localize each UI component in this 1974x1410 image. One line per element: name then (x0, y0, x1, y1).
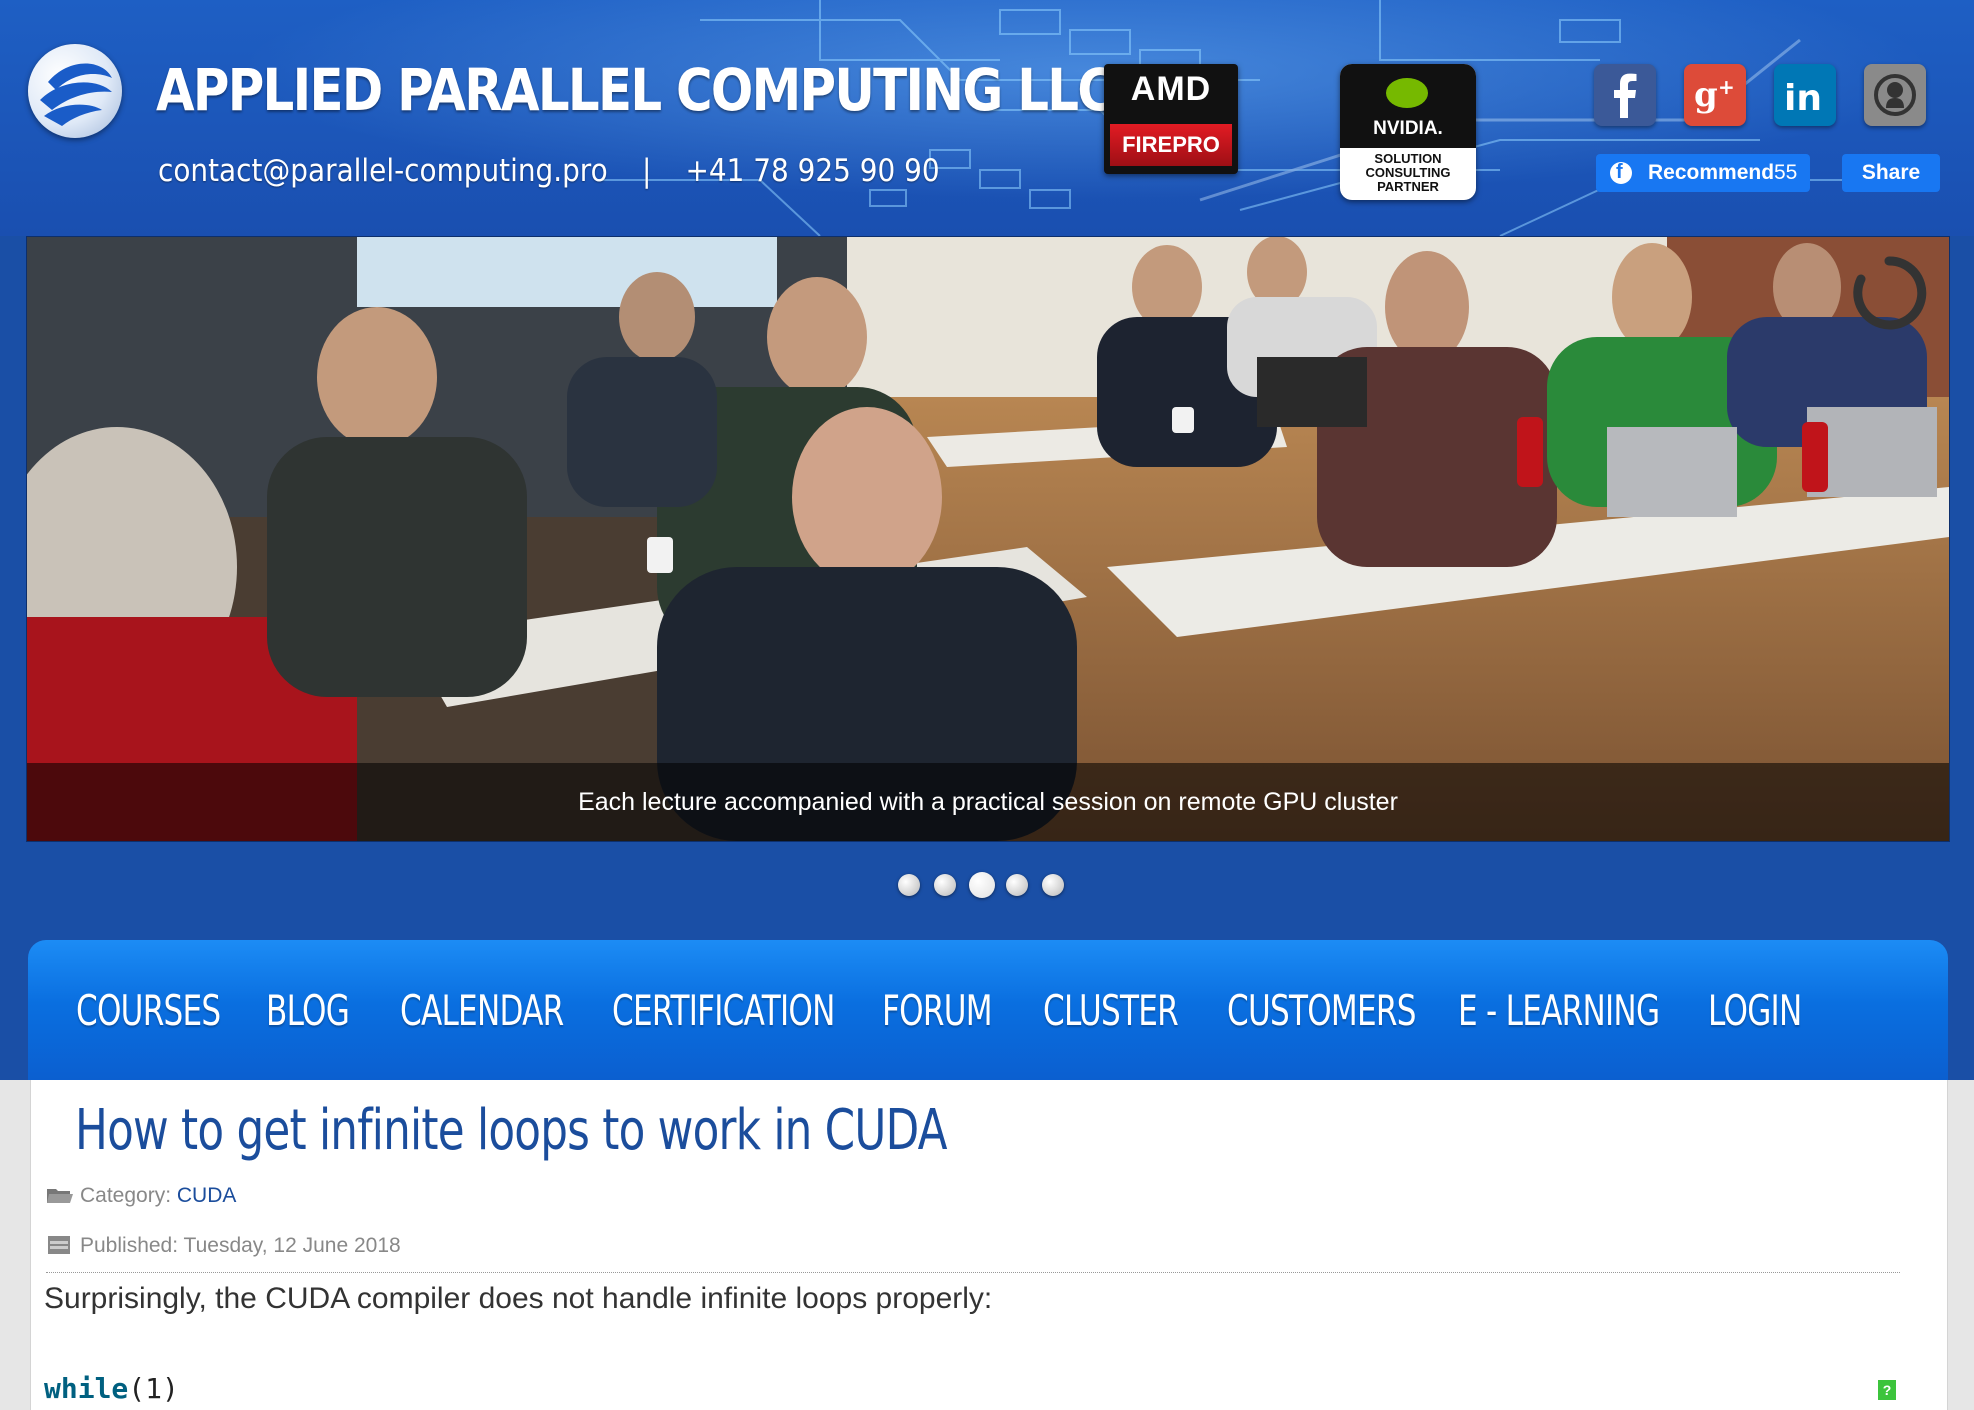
article-published: Published: Tuesday, 12 June 2018 (46, 1234, 401, 1258)
code-help-button[interactable]: ? (1878, 1380, 1896, 1400)
category-link[interactable]: CUDA (177, 1184, 237, 1207)
nvidia-partner-line2: CONSULTING (1365, 165, 1451, 180)
logo-swirl-icon (40, 63, 112, 126)
nav-cluster[interactable]: CLUSTER (1043, 986, 1179, 1035)
github-link[interactable] (1864, 64, 1926, 126)
code-text: (1) (128, 1372, 179, 1405)
published-label: Published: (80, 1234, 179, 1257)
facebook-link[interactable] (1594, 64, 1656, 126)
svg-text:+: + (1718, 75, 1735, 99)
email-link[interactable]: contact@parallel-computing.pro (158, 153, 608, 189)
nvidia-eye-icon (1386, 78, 1428, 108)
hero-slider[interactable]: Each lecture accompanied with a practica… (26, 236, 1950, 842)
recommend-label: Recommend (1648, 161, 1775, 184)
slider-dot[interactable] (1006, 874, 1028, 896)
folder-icon (47, 1189, 73, 1203)
nav-calendar[interactable]: CALENDAR (400, 986, 564, 1035)
code-keyword: while (44, 1372, 129, 1405)
article-category: Category: CUDA (46, 1184, 236, 1208)
slider-dot[interactable] (1042, 874, 1064, 896)
svg-text:in: in (1784, 78, 1822, 119)
category-label: Category: (80, 1184, 172, 1207)
nav-courses[interactable]: COURSES (76, 986, 221, 1035)
main-navigation: COURSES BLOG CALENDAR CERTIFICATION FORU… (28, 940, 1948, 1080)
phone-number[interactable]: +41 78 925 90 90 (686, 153, 940, 189)
nav-certification[interactable]: CERTIFICATION (612, 986, 835, 1035)
nav-blog[interactable]: BLOG (266, 986, 350, 1035)
google-plus-link[interactable]: g + (1684, 64, 1746, 126)
linkedin-link[interactable]: in (1774, 64, 1836, 126)
amd-firepro-logo[interactable]: AMD FIREPRO (1104, 64, 1238, 174)
nvidia-partner-line3: PARTNER (1377, 179, 1439, 194)
article-lead: Surprisingly, the CUDA compiler does not… (44, 1282, 993, 1315)
classroom-photo (27, 237, 1949, 841)
nvidia-partner-text: SOLUTION CONSULTING PARTNER (1340, 152, 1476, 194)
recommend-count: 55 (1774, 161, 1798, 184)
calendar-icon (48, 1236, 70, 1254)
github-icon (1874, 74, 1916, 116)
loading-spinner-icon (1853, 256, 1927, 330)
nvidia-partner-logo[interactable]: NVIDIA. SOLUTION CONSULTING PARTNER (1340, 64, 1476, 200)
slider-dot[interactable] (934, 874, 956, 896)
company-name: APPLIED PARALLEL COMPUTING LLC (156, 56, 1114, 124)
google-plus-icon: g + (1694, 75, 1735, 115)
site-header: APPLIED PARALLEL COMPUTING LLC contact@p… (0, 0, 1974, 236)
nvidia-partner-line1: SOLUTION (1374, 151, 1442, 166)
code-block: while(1) (44, 1372, 179, 1405)
firepro-logo-text: FIREPRO (1110, 124, 1232, 166)
slide-caption: Each lecture accompanied with a practica… (27, 763, 1949, 841)
svg-text:g: g (1694, 75, 1718, 115)
nav-customers[interactable]: CUSTOMERS (1227, 986, 1416, 1035)
contact-separator: | (641, 153, 652, 189)
facebook-logo-icon (1610, 153, 1632, 191)
published-date: Tuesday, 12 June 2018 (183, 1234, 401, 1257)
facebook-icon (1614, 73, 1637, 118)
linkedin-icon: in (1784, 78, 1822, 119)
facebook-share-button[interactable]: Share (1842, 154, 1940, 192)
slider-pagination (898, 872, 1078, 898)
nav-forum[interactable]: FORUM (882, 986, 993, 1035)
facebook-recommend-button[interactable]: Recommend 55 (1596, 153, 1810, 192)
nvidia-logo-text: NVIDIA. (1373, 118, 1443, 139)
company-logo[interactable] (28, 44, 122, 138)
amd-logo-text: AMD (1130, 70, 1212, 108)
nav-login[interactable]: LOGIN (1708, 986, 1802, 1035)
slider-dot-active[interactable] (969, 872, 995, 898)
nav-e-learning[interactable]: E - LEARNING (1458, 986, 1660, 1035)
article-title[interactable]: How to get infinite loops to work in CUD… (75, 1098, 948, 1163)
meta-divider (46, 1272, 1900, 1273)
contact-info: contact@parallel-computing.pro | +41 78 92… (158, 153, 940, 189)
slider-dot[interactable] (898, 874, 920, 896)
